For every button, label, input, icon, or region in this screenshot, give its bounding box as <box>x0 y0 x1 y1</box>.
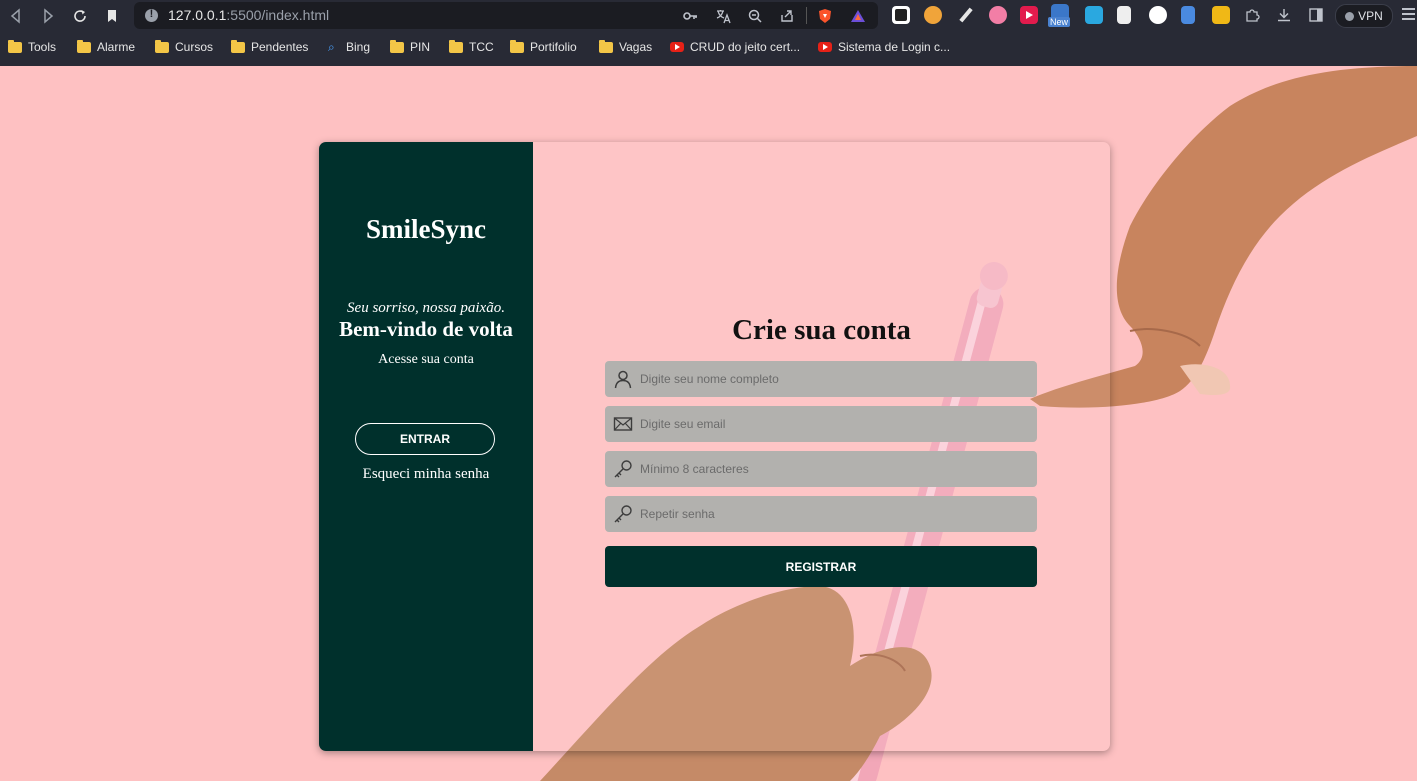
repeat-password-input[interactable] <box>638 496 1037 532</box>
auth-card: SmileSync Seu sorriso, nossa paixão. Bem… <box>319 142 1110 751</box>
name-input[interactable] <box>638 361 1037 397</box>
email-field <box>605 406 1037 442</box>
envelope-icon <box>613 414 633 434</box>
menu-icon[interactable] <box>1402 8 1415 22</box>
password-field <box>605 451 1037 487</box>
bookmark-vagas[interactable]: Vagas <box>599 36 652 58</box>
translate-icon[interactable] <box>715 8 731 24</box>
extension-icon[interactable] <box>1020 6 1038 24</box>
forward-icon[interactable] <box>38 6 58 26</box>
register-button[interactable]: REGISTRAR <box>605 546 1037 587</box>
brave-shields-icon[interactable] <box>817 8 833 24</box>
sidebar-toggle-icon[interactable] <box>1308 7 1324 23</box>
bookmark-portifolio[interactable]: Portifolio <box>510 36 577 58</box>
password-input[interactable] <box>638 451 1037 487</box>
register-title: Crie sua conta <box>732 314 911 346</box>
folder-icon <box>599 39 613 53</box>
bookmark-cursos[interactable]: Cursos <box>155 36 213 58</box>
bookmark-pendentes[interactable]: Pendentes <box>231 36 308 58</box>
brave-rewards-icon[interactable] <box>850 8 866 24</box>
folder-icon <box>510 39 524 53</box>
bookmark-icon[interactable] <box>102 6 122 26</box>
folder-icon <box>231 39 245 53</box>
brand-title: SmileSync <box>365 214 486 244</box>
back-icon[interactable] <box>6 6 26 26</box>
user-icon <box>613 369 633 389</box>
name-field <box>605 361 1037 397</box>
tagline: Seu sorriso, nossa paixão. <box>347 300 505 316</box>
reload-icon[interactable] <box>70 6 90 26</box>
puzzle-icon[interactable] <box>1244 7 1260 23</box>
divider <box>806 7 807 24</box>
bookmarks-bar: Tools Alarme Cursos Pendentes ⌕ Bing PIN … <box>0 36 1417 58</box>
bookmark-crud[interactable]: CRUD do jeito cert... <box>670 36 800 58</box>
welcome-heading: Bem-vindo de volta <box>339 317 513 341</box>
folder-icon <box>155 39 169 53</box>
youtube-icon <box>670 42 684 52</box>
new-badge: New <box>1048 17 1071 27</box>
site-info-icon[interactable] <box>145 8 158 22</box>
extension-icon[interactable] <box>924 6 942 24</box>
repeat-password-field <box>605 496 1037 532</box>
extension-icon[interactable] <box>892 6 910 24</box>
folder-icon <box>390 39 404 53</box>
bookmark-bing[interactable]: ⌕ Bing <box>328 36 370 58</box>
bookmark-sistema-login[interactable]: Sistema de Login c... <box>818 36 950 58</box>
extension-icon[interactable] <box>1212 6 1230 24</box>
share-icon[interactable] <box>779 8 795 24</box>
zoom-icon[interactable] <box>747 8 763 24</box>
dropper-icon[interactable] <box>957 6 975 24</box>
forgot-password-link[interactable]: Esqueci minha senha <box>319 466 533 483</box>
folder-icon <box>449 39 463 53</box>
register-panel: Crie sua conta REGISTRAR <box>533 142 1110 751</box>
extension-icon[interactable] <box>1085 6 1103 24</box>
login-subtitle: Acesse sua conta <box>378 352 474 367</box>
address-bar[interactable]: 127.0.0.1:5500/index.html <box>134 2 878 29</box>
extension-icon[interactable] <box>1149 6 1167 24</box>
folder-icon <box>77 39 91 53</box>
folder-icon <box>8 39 22 53</box>
bookmark-tools[interactable]: Tools <box>8 36 56 58</box>
extension-icon[interactable] <box>989 6 1007 24</box>
bookmark-pin[interactable]: PIN <box>390 36 430 58</box>
url-text: 127.0.0.1:5500/index.html <box>168 7 330 23</box>
bookmark-alarme[interactable]: Alarme <box>77 36 135 58</box>
password-key-icon[interactable] <box>682 8 698 24</box>
vpn-button[interactable]: VPN <box>1335 4 1393 28</box>
browser-toolbar: 127.0.0.1:5500/index.html <box>0 0 1417 32</box>
vpn-status-icon <box>1345 11 1355 21</box>
youtube-icon <box>818 42 832 52</box>
extension-icon[interactable] <box>1181 6 1195 24</box>
browser-chrome: 127.0.0.1:5500/index.html <box>0 0 1417 66</box>
document-icon[interactable] <box>1117 6 1131 24</box>
vpn-label: VPN <box>1358 9 1383 23</box>
login-panel: SmileSync Seu sorriso, nossa paixão. Bem… <box>319 142 533 751</box>
bookmark-tcc[interactable]: TCC <box>449 36 494 58</box>
download-icon[interactable] <box>1276 7 1292 23</box>
key-icon <box>613 504 633 524</box>
email-input[interactable] <box>638 406 1037 442</box>
enter-button[interactable]: ENTRAR <box>355 423 495 455</box>
key-icon <box>613 459 633 479</box>
search-icon: ⌕ <box>328 40 335 54</box>
